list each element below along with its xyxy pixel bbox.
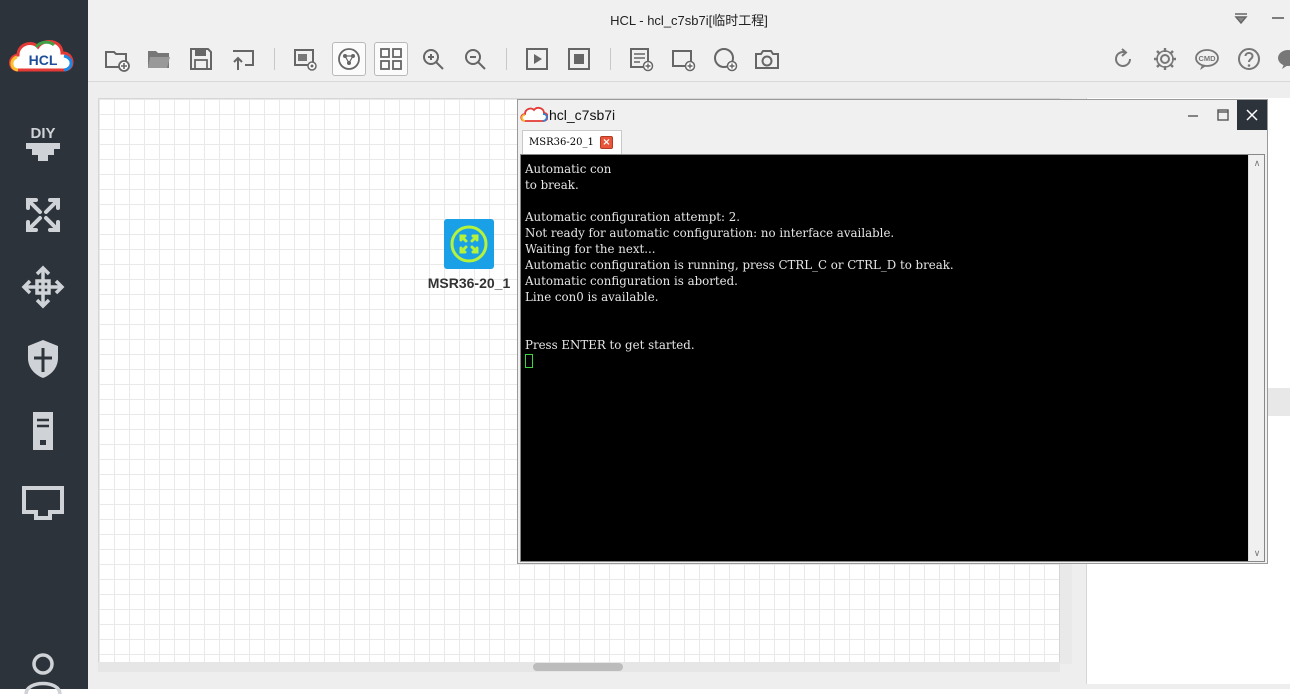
capture-view-icon[interactable]: [288, 42, 322, 76]
tab-label: MSR36-20_1: [529, 137, 594, 148]
hcl-logo: HCL: [9, 40, 74, 72]
toolbar-separator: [274, 48, 275, 70]
left-sidebar: HCL DIY: [0, 0, 88, 695]
scrollbar-thumb[interactable]: [533, 663, 623, 671]
console-maximize-icon[interactable]: [1208, 100, 1238, 130]
new-project-icon[interactable]: [100, 42, 134, 76]
minimize-icon[interactable]: [1268, 8, 1288, 28]
device-node[interactable]: MSR36-20_1: [421, 219, 517, 291]
topology-icon[interactable]: [332, 42, 366, 76]
window-title: HCL - hcl_c7sb7i[临时工程]: [610, 13, 768, 28]
settings-icon[interactable]: [1148, 42, 1182, 76]
console-window: hcl_c7sb7i MSR36-20_1 × Automatic con to…: [517, 99, 1268, 564]
console-title: hcl_c7sb7i: [549, 107, 616, 123]
terminal-log: Automatic con to break. Automatic config…: [525, 162, 954, 352]
save-icon[interactable]: [184, 42, 218, 76]
console-title-bar[interactable]: hcl_c7sb7i: [518, 100, 1267, 130]
help-icon[interactable]: [1232, 42, 1266, 76]
terminal-text: Automatic con to break. Automatic config…: [525, 161, 1245, 369]
open-project-icon[interactable]: [142, 42, 176, 76]
cmd-icon[interactable]: CMD: [1190, 42, 1224, 76]
tab-console-session[interactable]: MSR36-20_1 ×: [522, 130, 622, 154]
user-icon[interactable]: [20, 648, 66, 695]
terminal-cursor: [525, 354, 533, 368]
refresh-icon[interactable]: [1106, 42, 1140, 76]
add-rect-icon[interactable]: [666, 42, 700, 76]
server-category-icon[interactable]: [20, 408, 66, 454]
export-icon[interactable]: [226, 42, 260, 76]
svg-text:HCL: HCL: [29, 52, 58, 68]
scroll-up-icon[interactable]: ∧: [1252, 158, 1262, 168]
scroll-down-icon[interactable]: ∨: [1252, 548, 1262, 558]
firewall-category-icon[interactable]: [20, 336, 66, 382]
diy-icon[interactable]: DIY: [20, 120, 66, 166]
svg-text:DIY: DIY: [30, 125, 55, 142]
hcl-cloud-icon: [520, 106, 548, 122]
feedback-icon[interactable]: [1268, 42, 1290, 76]
zoom-in-icon[interactable]: [416, 42, 450, 76]
terminal-output[interactable]: Automatic con to break. Automatic config…: [520, 154, 1265, 562]
right-panel-row: [1268, 388, 1290, 416]
console-close-icon[interactable]: [1237, 100, 1267, 130]
console-minimize-icon[interactable]: [1178, 100, 1208, 130]
svg-text:CMD: CMD: [1198, 54, 1216, 63]
toolbar-separator: [610, 48, 611, 70]
console-tab-bar: MSR36-20_1 ×: [518, 130, 1267, 154]
terminal-scrollbar[interactable]: ∧ ∨: [1248, 155, 1264, 561]
zoom-out-icon[interactable]: [458, 42, 492, 76]
stop-icon[interactable]: [562, 42, 596, 76]
screenshot-icon[interactable]: [750, 42, 784, 76]
connection-category-icon[interactable]: [20, 480, 66, 526]
start-icon[interactable]: [520, 42, 554, 76]
main-toolbar: CMD: [88, 36, 1290, 82]
router-icon[interactable]: [444, 219, 494, 269]
toolbar-separator: [506, 48, 507, 70]
add-note-icon[interactable]: [624, 42, 658, 76]
grid-toggle-icon[interactable]: [374, 42, 408, 76]
device-label: MSR36-20_1: [427, 275, 511, 291]
canvas-horizontal-scrollbar[interactable]: [98, 662, 1060, 672]
title-bar: HCL - hcl_c7sb7i[临时工程]: [88, 0, 1290, 36]
dropdown-menu-icon[interactable]: [1231, 8, 1251, 28]
switch-category-icon[interactable]: [20, 264, 66, 310]
tab-close-icon[interactable]: ×: [600, 136, 613, 149]
router-category-icon[interactable]: [20, 192, 66, 238]
add-ellipse-icon[interactable]: [708, 42, 742, 76]
